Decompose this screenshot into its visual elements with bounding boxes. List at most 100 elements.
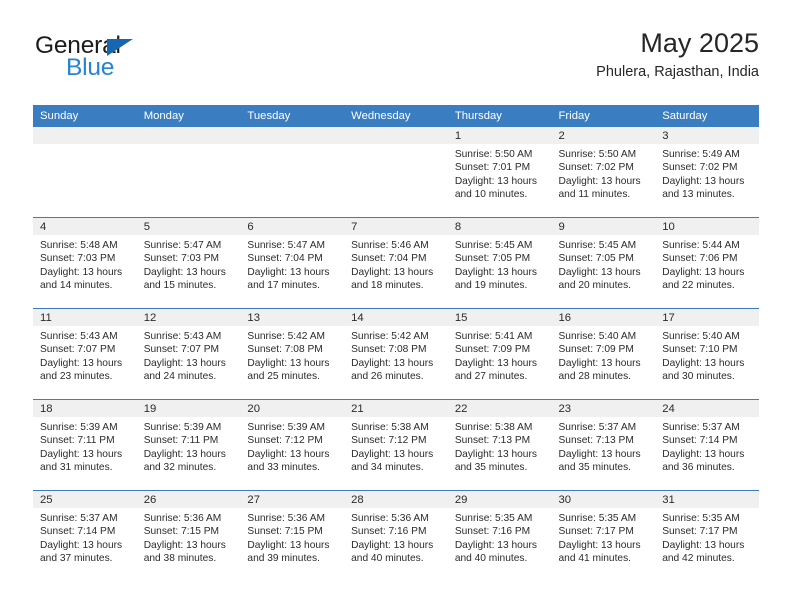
- calendar-day-cell[interactable]: 5 Sunrise: 5:47 AM Sunset: 7:03 PM Daylight…: [136, 217, 241, 309]
- day-number: [136, 127, 241, 144]
- day-number: [240, 127, 345, 144]
- day-cell: 5 Sunrise: 5:47 AM Sunset: 7:03 PM Daylight…: [136, 218, 241, 308]
- calendar-day-cell[interactable]: 27 Sunrise: 5:36 AM Sunset: 7:15 PM Dayligh…: [240, 490, 345, 581]
- day-cell: 20 Sunrise: 5:39 AM Sunset: 7:12 PM Dayligh…: [240, 400, 345, 490]
- calendar-day-cell[interactable]: 20 Sunrise: 5:39 AM Sunset: 7:12 PM Dayligh…: [240, 399, 345, 491]
- day-details: Sunrise: 5:38 AM Sunset: 7:13 PM Daylight:…: [448, 417, 552, 475]
- sunset-text: Sunset: 7:11 PM: [40, 435, 115, 447]
- sunrise-text: Sunrise: 5:37 AM: [558, 422, 637, 433]
- day-cell: 28 Sunrise: 5:36 AM Sunset: 7:16 PM Dayligh…: [344, 491, 448, 581]
- daylight-text-line2: and 11 minutes.: [558, 189, 631, 201]
- daylight-text-line1: Daylight: 13 hours: [662, 448, 745, 460]
- calendar-day-cell[interactable]: 26 Sunrise: 5:36 AM Sunset: 7:15 PM Dayligh…: [136, 490, 241, 581]
- daylight-text-line1: Daylight: 13 hours: [143, 357, 226, 369]
- weekday-header-tuesday: Tuesday: [240, 105, 345, 127]
- day-number: 26: [136, 491, 241, 508]
- sunrise-text: Sunrise: 5:50 AM: [454, 149, 533, 160]
- sunrise-text: Sunrise: 5:41 AM: [454, 331, 533, 342]
- calendar-day-cell[interactable]: 23 Sunrise: 5:37 AM Sunset: 7:13 PM Dayligh…: [551, 399, 656, 491]
- calendar-day-cell[interactable]: 25 Sunrise: 5:37 AM Sunset: 7:14 PM Dayligh…: [33, 490, 137, 581]
- calendar-day-cell[interactable]: [33, 127, 137, 218]
- day-cell: 31 Sunrise: 5:35 AM Sunset: 7:17 PM Dayligh…: [655, 491, 759, 581]
- calendar-day-cell[interactable]: 12 Sunrise: 5:43 AM Sunset: 7:07 PM Dayligh…: [136, 308, 241, 400]
- daylight-text-line1: Daylight: 13 hours: [454, 266, 537, 278]
- day-details: Sunrise: 5:39 AM Sunset: 7:12 PM Daylight:…: [240, 417, 344, 475]
- sunrise-text: Sunrise: 5:50 AM: [558, 149, 637, 160]
- day-details: Sunrise: 5:41 AM Sunset: 7:09 PM Daylight:…: [448, 326, 552, 384]
- calendar-day-cell[interactable]: 24 Sunrise: 5:37 AM Sunset: 7:14 PM Dayligh…: [655, 399, 759, 491]
- calendar-day-cell[interactable]: 4 Sunrise: 5:48 AM Sunset: 7:03 PM Daylight…: [33, 217, 137, 309]
- calendar-day-cell[interactable]: 21 Sunrise: 5:38 AM Sunset: 7:12 PM Dayligh…: [344, 399, 448, 491]
- day-cell: 3 Sunrise: 5:49 AM Sunset: 7:02 PM Daylight…: [655, 127, 759, 217]
- day-number: 14: [344, 309, 448, 326]
- day-number: 8: [447, 218, 552, 235]
- day-details: Sunrise: 5:43 AM Sunset: 7:07 PM Daylight:…: [33, 326, 137, 384]
- day-cell-empty: [344, 127, 448, 217]
- calendar-day-cell[interactable]: 15 Sunrise: 5:41 AM Sunset: 7:09 PM Dayligh…: [447, 308, 552, 400]
- calendar-day-cell[interactable]: 22 Sunrise: 5:38 AM Sunset: 7:13 PM Dayligh…: [447, 399, 552, 491]
- calendar-day-cell[interactable]: 29 Sunrise: 5:35 AM Sunset: 7:16 PM Dayligh…: [447, 490, 552, 581]
- daylight-text-line1: Daylight: 13 hours: [40, 266, 123, 278]
- day-cell: 18 Sunrise: 5:39 AM Sunset: 7:11 PM Dayligh…: [33, 400, 137, 490]
- calendar-day-cell[interactable]: 7 Sunrise: 5:46 AM Sunset: 7:04 PM Daylight…: [344, 217, 448, 309]
- calendar-day-cell[interactable]: 19 Sunrise: 5:39 AM Sunset: 7:11 PM Dayligh…: [136, 399, 241, 491]
- daylight-text-line1: Daylight: 13 hours: [454, 539, 537, 551]
- calendar-day-cell[interactable]: 18 Sunrise: 5:39 AM Sunset: 7:11 PM Dayligh…: [33, 399, 137, 491]
- calendar-day-cell[interactable]: 14 Sunrise: 5:42 AM Sunset: 7:08 PM Dayligh…: [344, 308, 448, 400]
- calendar-day-cell[interactable]: 6 Sunrise: 5:47 AM Sunset: 7:04 PM Daylight…: [240, 217, 345, 309]
- daylight-text-line2: and 31 minutes.: [40, 462, 113, 474]
- day-details: Sunrise: 5:42 AM Sunset: 7:08 PM Daylight:…: [344, 326, 448, 384]
- calendar-day-cell[interactable]: 8 Sunrise: 5:45 AM Sunset: 7:05 PM Daylight…: [447, 217, 552, 309]
- sunrise-text: Sunrise: 5:35 AM: [662, 513, 740, 524]
- sunset-text: Sunset: 7:08 PM: [351, 344, 427, 356]
- calendar-week-row: 25 Sunrise: 5:37 AM Sunset: 7:14 PM Dayligh…: [33, 490, 759, 581]
- day-details: Sunrise: 5:37 AM Sunset: 7:14 PM Daylight:…: [33, 508, 137, 566]
- day-number: 9: [551, 218, 656, 235]
- day-cell-empty: [240, 127, 345, 217]
- daylight-text-line1: Daylight: 13 hours: [247, 266, 330, 278]
- calendar-day-cell[interactable]: 30 Sunrise: 5:35 AM Sunset: 7:17 PM Dayligh…: [551, 490, 656, 581]
- day-cell: 13 Sunrise: 5:42 AM Sunset: 7:08 PM Dayligh…: [240, 309, 345, 399]
- general-blue-logo[interactable]: General Blue: [33, 33, 263, 96]
- sunset-text: Sunset: 7:06 PM: [662, 253, 738, 265]
- calendar-day-cell[interactable]: 16 Sunrise: 5:40 AM Sunset: 7:09 PM Dayligh…: [551, 308, 656, 400]
- page-title: May 2025: [640, 28, 759, 58]
- calendar-day-cell[interactable]: 17 Sunrise: 5:40 AM Sunset: 7:10 PM Dayligh…: [655, 308, 759, 400]
- day-number: 5: [136, 218, 241, 235]
- daylight-text-line1: Daylight: 13 hours: [247, 448, 330, 460]
- daylight-text-line2: and 30 minutes.: [662, 371, 735, 383]
- day-number: 15: [447, 309, 552, 326]
- calendar-day-cell[interactable]: 1 Sunrise: 5:50 AM Sunset: 7:01 PM Daylight…: [447, 127, 552, 218]
- day-cell: 6 Sunrise: 5:47 AM Sunset: 7:04 PM Daylight…: [240, 218, 345, 308]
- day-cell-empty: [33, 127, 137, 217]
- calendar-day-cell[interactable]: 10 Sunrise: 5:44 AM Sunset: 7:06 PM Dayligh…: [655, 217, 759, 309]
- day-cell: 27 Sunrise: 5:36 AM Sunset: 7:15 PM Dayligh…: [240, 491, 345, 581]
- calendar-day-cell[interactable]: 2 Sunrise: 5:50 AM Sunset: 7:02 PM Daylight…: [551, 127, 656, 218]
- calendar-body: 1 Sunrise: 5:50 AM Sunset: 7:01 PM Daylight…: [33, 127, 759, 581]
- sunset-text: Sunset: 7:12 PM: [351, 435, 427, 447]
- calendar-day-cell[interactable]: 9 Sunrise: 5:45 AM Sunset: 7:05 PM Daylight…: [551, 217, 656, 309]
- calendar-day-cell[interactable]: 28 Sunrise: 5:36 AM Sunset: 7:16 PM Dayligh…: [344, 490, 448, 581]
- day-number: 16: [551, 309, 656, 326]
- day-details: Sunrise: 5:44 AM Sunset: 7:06 PM Daylight:…: [655, 235, 759, 293]
- calendar-day-cell[interactable]: 13 Sunrise: 5:42 AM Sunset: 7:08 PM Dayligh…: [240, 308, 345, 400]
- daylight-text-line1: Daylight: 13 hours: [351, 357, 434, 369]
- day-details: Sunrise: 5:43 AM Sunset: 7:07 PM Daylight:…: [137, 326, 241, 384]
- calendar-day-cell[interactable]: [240, 127, 345, 218]
- sunset-text: Sunset: 7:09 PM: [558, 344, 634, 356]
- day-cell-empty: [136, 127, 241, 217]
- sunrise-text: Sunrise: 5:36 AM: [143, 513, 222, 524]
- sunrise-text: Sunrise: 5:47 AM: [143, 240, 222, 251]
- calendar-day-cell[interactable]: [344, 127, 448, 218]
- logo-text-blue: Blue: [66, 54, 115, 81]
- daylight-text-line2: and 15 minutes.: [143, 280, 217, 292]
- sunrise-text: Sunrise: 5:42 AM: [247, 331, 325, 342]
- daylight-text-line2: and 23 minutes.: [40, 371, 113, 383]
- day-number: [344, 127, 448, 144]
- calendar-day-cell[interactable]: [136, 127, 241, 218]
- calendar-day-cell[interactable]: 31 Sunrise: 5:35 AM Sunset: 7:17 PM Dayligh…: [655, 490, 759, 581]
- daylight-text-line2: and 40 minutes.: [351, 553, 424, 565]
- calendar-day-cell[interactable]: 11 Sunrise: 5:43 AM Sunset: 7:07 PM Dayligh…: [33, 308, 137, 400]
- calendar-day-cell[interactable]: 3 Sunrise: 5:49 AM Sunset: 7:02 PM Daylight…: [655, 127, 759, 218]
- daylight-text-line1: Daylight: 13 hours: [40, 448, 123, 460]
